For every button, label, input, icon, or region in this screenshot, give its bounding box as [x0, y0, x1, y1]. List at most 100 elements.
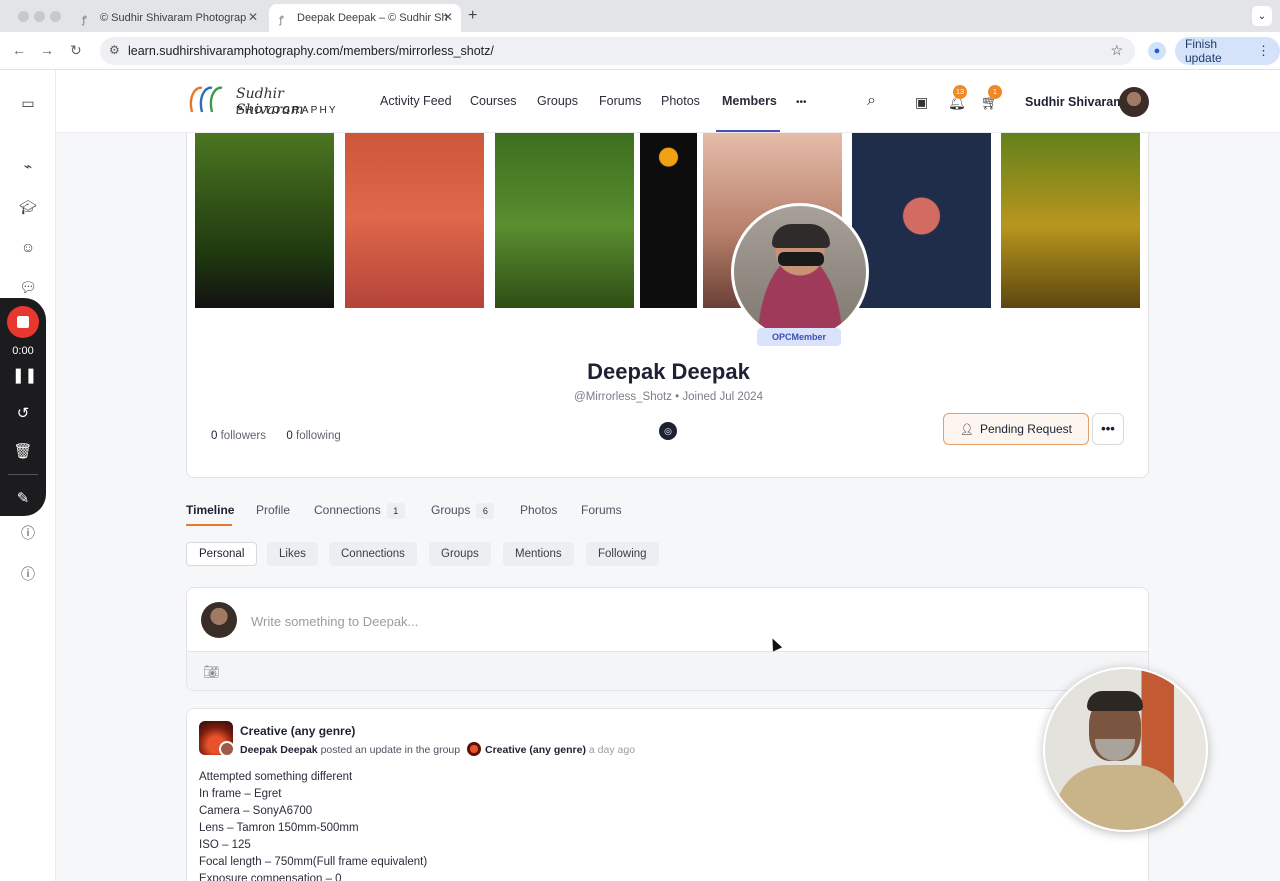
filter-likes[interactable]: Likes: [267, 542, 318, 566]
browser-menu-icon[interactable]: ⋮: [1257, 43, 1270, 59]
inbox-icon[interactable]: ▣: [915, 94, 928, 111]
logo-subtitle: PHOTOGRAPHY: [236, 105, 338, 116]
tab-timeline[interactable]: Timeline: [186, 503, 234, 517]
new-tab-button[interactable]: +: [468, 7, 477, 25]
post-time: a day ago: [588, 744, 636, 756]
post-composer: Write something to Deepak... 📷︎: [186, 587, 1149, 691]
nav-forums[interactable]: Forums: [599, 94, 641, 108]
avatar[interactable]: [731, 203, 869, 341]
pencil-icon[interactable]: ✎: [12, 488, 34, 510]
browser-tab-bar: ꝭ © Sudhir Shivaram Photograp ✕ ꝭ Deepak…: [0, 0, 1280, 32]
tab-connections[interactable]: Connections 1: [314, 503, 405, 519]
info-icon[interactable]: ⓘ: [19, 524, 37, 542]
forums-chat-icon[interactable]: 💬︎: [19, 278, 37, 296]
webcam-person-hair: [1087, 691, 1143, 711]
pending-request-label: Pending Request: [979, 422, 1073, 436]
filter-groups[interactable]: Groups: [429, 542, 491, 566]
reload-icon[interactable]: ↻: [70, 42, 82, 59]
forward-arrow-icon[interactable]: →: [40, 42, 54, 58]
following-label[interactable]: following: [296, 430, 341, 442]
post-line: Attempted something different: [199, 771, 353, 783]
post-line: ISO – 125: [199, 839, 251, 851]
camera-icon[interactable]: 📷︎: [203, 664, 220, 680]
tab-groups-label: Groups: [431, 503, 471, 517]
tab-forums[interactable]: Forums: [581, 503, 622, 517]
browser-profile-icon[interactable]: ●: [1148, 42, 1166, 60]
post-action: posted an update in the group: [320, 744, 461, 756]
nav-more-icon[interactable]: •••: [796, 97, 807, 108]
filter-personal[interactable]: Personal: [186, 542, 258, 566]
post-group-name[interactable]: Creative (any genre): [240, 724, 355, 738]
cover-photo-duck: [495, 133, 634, 308]
stop-recording-button[interactable]: [7, 306, 39, 338]
screen-recorder-widget: 0:00 ❚❚ ↺ 🗑︎ ✎: [0, 298, 46, 516]
window-minimize-dot[interactable]: [34, 11, 45, 22]
back-arrow-icon[interactable]: ←: [12, 42, 26, 58]
profile-handle: @Mirrorless_Shotz: [574, 391, 672, 403]
nav-groups[interactable]: Groups: [537, 94, 578, 108]
profile-more-button[interactable]: •••: [1092, 413, 1124, 445]
cover-photo-turtle: [195, 133, 334, 308]
post-byline: Deepak Deepak posted an update in the gr…: [240, 742, 635, 756]
site-info-icon[interactable]: ⚙: [109, 43, 120, 57]
site-favicon-icon: ꝭ: [82, 15, 87, 26]
post-author[interactable]: Deepak Deepak: [240, 744, 318, 756]
browser-tab-2[interactable]: ꝭ Deepak Deepak – © Sudhir Sh ✕: [269, 4, 461, 32]
avatar[interactable]: [219, 741, 235, 757]
cover-photo-sunset: [345, 133, 484, 308]
info-icon-2[interactable]: ⓘ: [19, 565, 37, 583]
profile-joined: Joined Jul 2024: [682, 391, 763, 403]
restart-icon[interactable]: ↺: [12, 403, 34, 425]
pending-request-button[interactable]: 👤︎ Pending Request: [943, 413, 1089, 445]
sidebar-toggle-icon[interactable]: ▭: [19, 94, 37, 112]
window-close-dot[interactable]: [18, 11, 29, 22]
profile-photo-sunglasses: [778, 252, 824, 266]
tab-groups[interactable]: Groups 6: [431, 503, 495, 519]
site-header: Sudhir Shivaram PHOTOGRAPHY Activity Fee…: [56, 70, 1280, 133]
nav-members[interactable]: Members: [722, 94, 777, 108]
tab-profile[interactable]: Profile: [256, 503, 290, 517]
tab-title: Deepak Deepak – © Sudhir Sh: [297, 12, 448, 24]
groups-people-icon[interactable]: ☺: [19, 238, 37, 256]
avatar: [201, 602, 237, 638]
tab-search-chevron-icon[interactable]: ⌄: [1252, 6, 1272, 26]
avatar[interactable]: [1119, 87, 1149, 117]
recorder-divider: [8, 474, 38, 475]
post-group-link[interactable]: Creative (any genre): [485, 744, 586, 756]
tab-photos[interactable]: Photos: [520, 503, 557, 517]
trash-icon[interactable]: 🗑︎: [12, 441, 34, 463]
browser-tab-1[interactable]: ꝭ © Sudhir Shivaram Photograp ✕: [72, 4, 266, 32]
connections-count-badge: 1: [386, 503, 405, 519]
filter-following[interactable]: Following: [586, 542, 659, 566]
url-bar[interactable]: ⚙ learn.sudhirshivaramphotography.com/me…: [100, 37, 1135, 65]
profile-photo-cap: [772, 224, 830, 248]
notification-count-badge: 13: [953, 85, 967, 99]
instagram-icon[interactable]: ◎: [659, 422, 677, 440]
window-zoom-dot[interactable]: [50, 11, 61, 22]
nav-photos[interactable]: Photos: [661, 94, 700, 108]
finish-update-button[interactable]: Finish update ⋮: [1175, 37, 1280, 65]
group-mini-avatar: [467, 742, 482, 756]
bookmark-star-icon[interactable]: ☆: [1110, 42, 1123, 59]
followers-label[interactable]: followers: [221, 430, 266, 442]
site-logo[interactable]: Sudhir Shivaram PHOTOGRAPHY: [186, 82, 346, 122]
nav-activity-feed[interactable]: Activity Feed: [380, 94, 452, 108]
header-username[interactable]: Sudhir Shivaram: [1025, 95, 1124, 109]
courses-cap-icon[interactable]: 🎓︎: [19, 198, 37, 216]
close-tab-icon[interactable]: ✕: [248, 10, 258, 24]
profile-name: Deepak Deepak: [587, 359, 750, 384]
composer-input[interactable]: Write something to Deepak...: [251, 614, 418, 629]
activity-post: Creative (any genre) Deepak Deepak poste…: [186, 708, 1149, 881]
nav-courses[interactable]: Courses: [470, 94, 517, 108]
post-body: Attempted something different In frame –…: [199, 769, 427, 881]
close-tab-icon[interactable]: ✕: [443, 10, 453, 24]
pause-icon[interactable]: ❚❚: [12, 365, 37, 387]
filter-mentions[interactable]: Mentions: [503, 542, 574, 566]
follow-stats: 0 followers 0 following: [211, 430, 341, 442]
filter-connections[interactable]: Connections: [329, 542, 417, 566]
activity-icon[interactable]: ⌁: [19, 157, 37, 175]
composer-toolbar: 📷︎: [187, 651, 1148, 690]
cover-photo-bird: [1001, 133, 1140, 308]
search-icon[interactable]: ⌕: [867, 92, 876, 110]
webcam-overlay[interactable]: [1043, 667, 1208, 832]
